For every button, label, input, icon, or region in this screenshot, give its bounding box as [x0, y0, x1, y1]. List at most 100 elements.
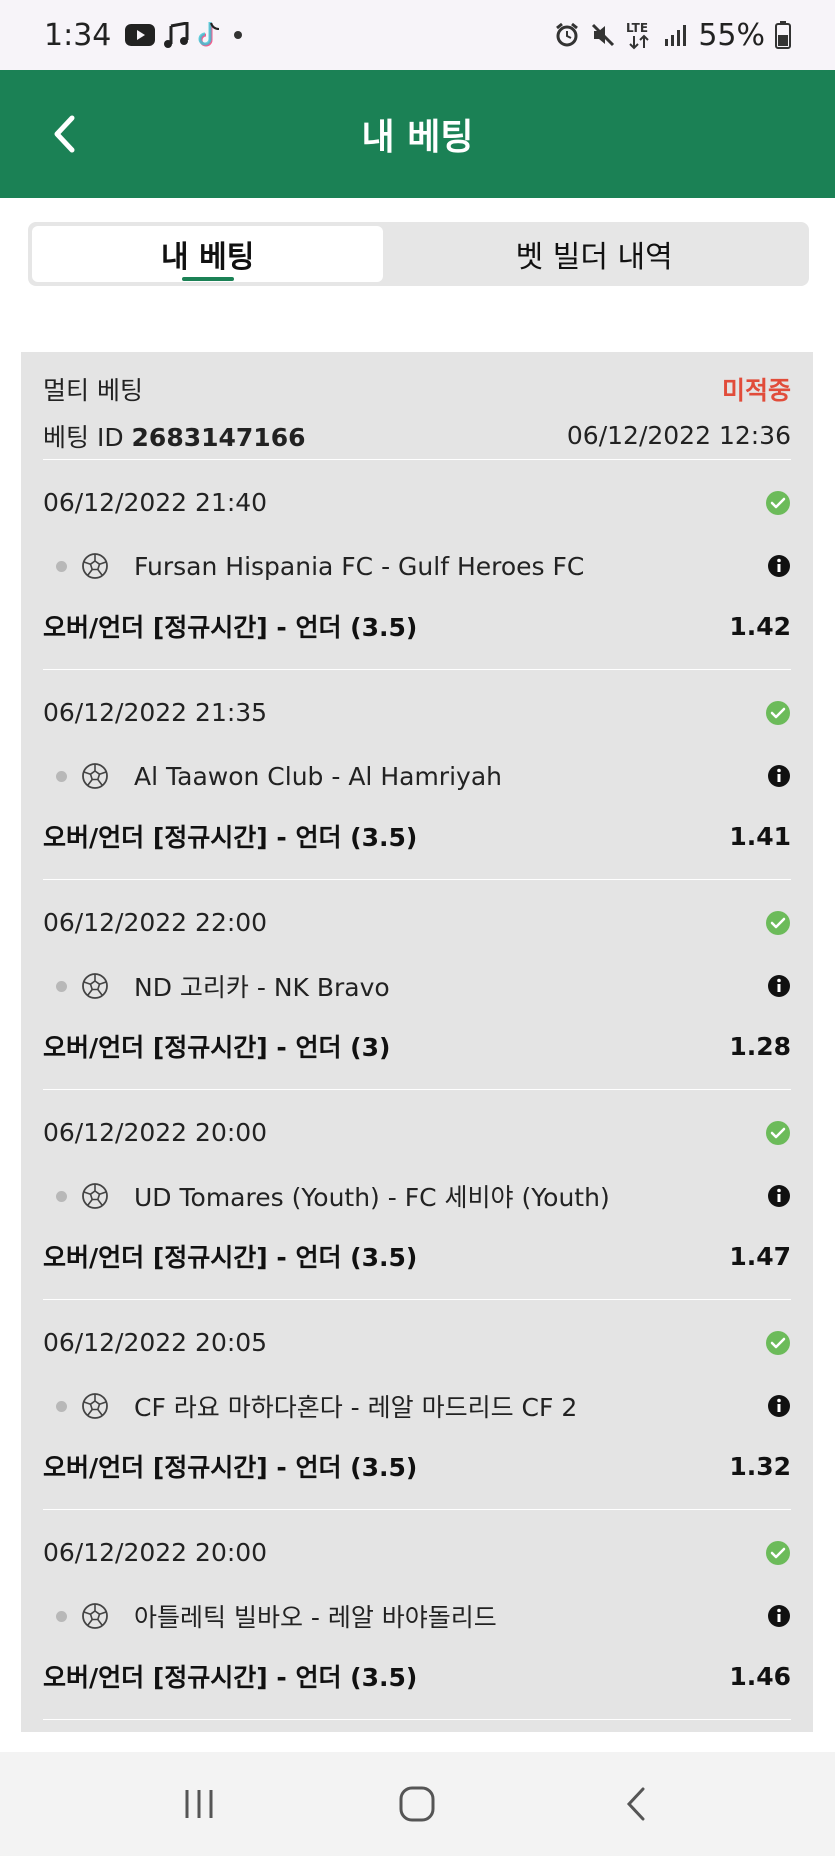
selection-datetime: 06/12/2022 21:35: [43, 698, 268, 727]
check-circle-icon: [765, 1540, 791, 1566]
mute-icon: [590, 22, 616, 48]
back-icon: [626, 1787, 645, 1821]
soccer-ball-icon: [81, 972, 109, 1000]
soccer-ball-icon: [81, 1602, 109, 1630]
info-icon[interactable]: [767, 1394, 791, 1418]
selection-datetime: 06/12/2022 20:05: [43, 1328, 268, 1357]
info-icon[interactable]: [767, 1184, 791, 1208]
bet-status-badge: 미적중: [721, 376, 791, 405]
selection-market-row: 오버/언더 [정규시간] - 언더 (3.5) 1.41: [43, 818, 791, 854]
selection-market-row: 오버/언더 [정규시간] - 언더 (3.5) 1.46: [43, 1658, 791, 1694]
soccer-ball-icon: [81, 1392, 109, 1420]
selection-match-row: 아틀레틱 빌바오 - 레알 바야돌리드: [43, 1596, 791, 1636]
app-header: 내 베팅: [0, 70, 835, 198]
status-dot-icon: [56, 1190, 67, 1202]
dot-icon: [231, 28, 245, 42]
status-dot-icon: [56, 770, 67, 782]
bet-id-label: 베팅 ID: [43, 422, 124, 452]
tab-my-bets[interactable]: 내 베팅: [32, 226, 384, 282]
back-button[interactable]: [44, 110, 84, 158]
selection-market: 오버/언더 [정규시간] - 언더 (3.5): [43, 1243, 418, 1272]
page-title: 내 베팅: [361, 117, 474, 158]
soccer-ball-icon: [81, 762, 109, 790]
soccer-ball-icon: [81, 1182, 109, 1210]
info-icon[interactable]: [767, 1604, 791, 1628]
tab-bet-builder-history[interactable]: 벳 빌더 내역: [383, 226, 805, 282]
selection-match: CF 라요 마하다혼다 - 레알 마드리드 CF 2: [134, 1393, 578, 1422]
status-dot-icon: [56, 1610, 67, 1622]
info-icon[interactable]: [767, 974, 791, 998]
soccer-ball-icon: [81, 552, 109, 580]
selection-match: 아틀레틱 빌바오 - 레알 바야돌리드: [134, 1603, 497, 1632]
selection-market-row: 오버/언더 [정규시간] - 언더 (3.5) 1.42: [43, 608, 791, 644]
selection-odds: 1.42: [729, 611, 791, 641]
selection-datetime: 06/12/2022 20:00: [43, 1538, 268, 1567]
selection-datetime: 06/12/2022 22:00: [43, 908, 268, 937]
selection-odds: 1.32: [729, 1451, 791, 1481]
selection-market: 오버/언더 [정규시간] - 언더 (3.5): [43, 1663, 418, 1692]
status-time: 1:34: [44, 17, 112, 53]
system-back-button[interactable]: [606, 1774, 666, 1834]
selection-match-row: CF 라요 마하다혼다 - 레알 마드리드 CF 2: [43, 1386, 791, 1426]
info-icon[interactable]: [767, 764, 791, 788]
selection-item[interactable]: 06/12/2022 20:05 CF 라요 마하다혼다 - 레알 마드리드 CF…: [43, 1300, 791, 1510]
system-nav-bar: [0, 1752, 835, 1856]
selection-item[interactable]: 06/12/2022 20:00 아틀레틱 빌바오 - 레알 바야돌리드오버/언더…: [43, 1510, 791, 1720]
selection-odds: 1.46: [729, 1661, 791, 1691]
selection-market: 오버/언더 [정규시간] - 언더 (3.5): [43, 613, 418, 642]
svg-text:LTE: LTE: [626, 21, 648, 35]
info-icon[interactable]: [767, 554, 791, 578]
selection-datetime: 06/12/2022 20:00: [43, 1118, 268, 1147]
tiktok-icon: [197, 21, 223, 49]
selection-match-row: Al Taawon Club - Al Hamriyah: [43, 756, 791, 796]
status-bar: 1:34 LTE 55%: [0, 0, 835, 70]
bet-id: 2683147166: [131, 422, 306, 452]
check-circle-icon: [765, 700, 791, 726]
selection-match: Fursan Hispania FC - Gulf Heroes FC: [134, 551, 585, 581]
lte-icon: LTE: [626, 20, 654, 50]
bet-meta: 베팅 ID 2683147166 06/12/2022 12:36: [43, 412, 791, 460]
youtube-icon: [125, 24, 156, 46]
check-circle-icon: [765, 1330, 791, 1356]
recent-apps-icon: [185, 1790, 213, 1818]
notification-icons: [125, 21, 245, 49]
status-dot-icon: [56, 1400, 67, 1412]
selection-item[interactable]: 06/12/2022 21:40 Fursan Hispania FC - Gul…: [43, 460, 791, 670]
home-icon: [399, 1786, 435, 1822]
music-icon: [163, 22, 189, 48]
selection-match: UD Tomares (Youth) - FC 세비야 (Youth): [134, 1183, 610, 1212]
selection-odds: 1.47: [729, 1241, 791, 1271]
check-circle-icon: [765, 910, 791, 936]
selection-market-row: 오버/언더 [정규시간] - 언더 (3.5) 1.47: [43, 1238, 791, 1274]
status-dot-icon: [56, 560, 67, 572]
home-button[interactable]: [387, 1774, 447, 1834]
selection-match-row: Fursan Hispania FC - Gulf Heroes FC: [43, 546, 791, 586]
check-circle-icon: [765, 1120, 791, 1146]
selection-market: 오버/언더 [정규시간] - 언더 (3.5): [43, 823, 418, 852]
selection-match: Al Taawon Club - Al Hamriyah: [134, 761, 502, 791]
signal-icon: [664, 23, 688, 47]
selection-odds: 1.41: [729, 821, 791, 851]
bet-placed-date: 06/12/2022 12:36: [566, 421, 791, 450]
selection-market: 오버/언더 [정규시간] - 언더 (3): [43, 1033, 391, 1062]
chevron-left-icon: [54, 115, 75, 153]
selection-list: 06/12/2022 21:40 Fursan Hispania FC - Gul…: [43, 460, 791, 1720]
bet-card[interactable]: 멀티 베팅 미적중 베팅 ID 2683147166 06/12/2022 12…: [21, 352, 813, 1732]
selection-datetime: 06/12/2022 21:40: [43, 488, 268, 517]
alarm-icon: [554, 22, 580, 48]
selection-match-row: UD Tomares (Youth) - FC 세비야 (Youth): [43, 1176, 791, 1216]
selection-item[interactable]: 06/12/2022 21:35 Al Taawon Club - Al Hamr…: [43, 670, 791, 880]
selection-odds: 1.28: [729, 1031, 791, 1061]
battery-icon: [775, 21, 791, 49]
selection-item[interactable]: 06/12/2022 22:00 ND 고리카 - NK Bravo 오버/언더 […: [43, 880, 791, 1090]
check-circle-icon: [765, 490, 791, 516]
selection-match-row: ND 고리카 - NK Bravo: [43, 966, 791, 1006]
bet-header: 멀티 베팅 미적중: [43, 352, 791, 412]
recent-apps-button[interactable]: [169, 1774, 229, 1834]
selection-market: 오버/언더 [정규시간] - 언더 (3.5): [43, 1453, 418, 1482]
status-dot-icon: [56, 980, 67, 992]
selection-market-row: 오버/언더 [정규시간] - 언더 (3.5) 1.32: [43, 1448, 791, 1484]
selection-match: ND 고리카 - NK Bravo: [134, 973, 390, 1002]
tab-bar: 내 베팅 벳 빌더 내역: [28, 222, 809, 286]
selection-item[interactable]: 06/12/2022 20:00 UD Tomares (Youth) - FC …: [43, 1090, 791, 1300]
